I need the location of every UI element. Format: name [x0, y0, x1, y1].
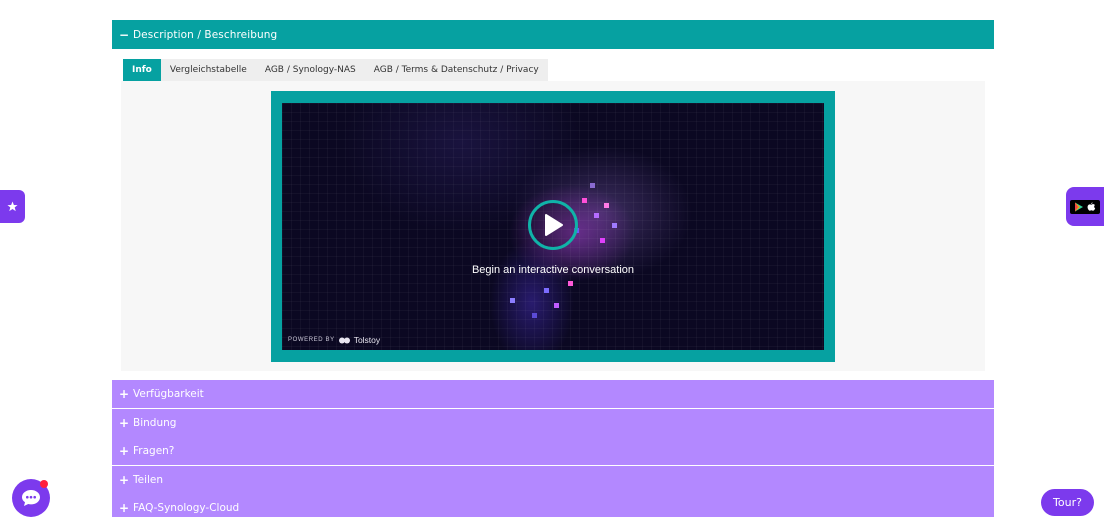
tolstoy-brand: Tolstoy — [353, 335, 381, 345]
accordion-title: Bindung — [133, 417, 177, 429]
tab-vergleichstabelle[interactable]: Vergleichstabelle — [160, 59, 256, 81]
star-icon — [7, 201, 18, 212]
tab-bar: Info Vergleichstabelle AGB / Synology-NA… — [123, 59, 548, 81]
expand-icon: + — [119, 473, 130, 487]
tab-agb-synology-nas[interactable]: AGB / Synology-NAS — [255, 59, 365, 81]
collapse-icon: − — [119, 27, 130, 42]
expand-icon: + — [119, 387, 130, 401]
expand-icon: + — [119, 416, 130, 430]
expand-icon: + — [119, 444, 130, 458]
tab-agb-terms-privacy[interactable]: AGB / Terms & Datenschutz / Privacy — [364, 59, 548, 81]
accordion-header-faq-synology-cloud[interactable]: + FAQ-Synology-Cloud — [112, 494, 994, 517]
tab-info[interactable]: Info — [123, 59, 161, 81]
app-download-side-tab[interactable] — [1066, 187, 1104, 226]
accordion-header-fragen[interactable]: + Fragen? — [112, 437, 994, 465]
powered-by-badge[interactable]: POWERED BY Tolstoy — [288, 335, 380, 345]
video-widget-frame: Begin an interactive conversation POWERE… — [271, 91, 835, 362]
play-button[interactable] — [528, 200, 578, 250]
rewards-side-tab[interactable] — [0, 190, 25, 223]
accordion-header-verfuegbarkeit[interactable]: + Verfügbarkeit — [112, 380, 994, 408]
video-caption: Begin an interactive conversation — [471, 264, 635, 276]
apple-icon — [1087, 201, 1096, 211]
chat-bubble-icon — [22, 490, 40, 506]
app-store-badge-icon — [1070, 199, 1100, 214]
accordion-header-teilen[interactable]: + Teilen — [112, 466, 994, 494]
accordion-title: Fragen? — [133, 445, 175, 457]
accordion-header-description[interactable]: − Description / Beschreibung — [112, 20, 994, 49]
accordion-title: Verfügbarkeit — [133, 388, 204, 400]
powered-by-label: POWERED BY — [288, 337, 335, 343]
expand-icon: + — [119, 501, 130, 515]
notification-dot — [40, 480, 48, 488]
accordion-title: Description / Beschreibung — [133, 28, 278, 41]
tour-button[interactable]: Tour? — [1041, 489, 1094, 516]
tolstoy-logo-icon — [338, 337, 350, 343]
accordion-title: FAQ-Synology-Cloud — [133, 502, 240, 514]
accordion-title: Teilen — [133, 474, 164, 486]
accordion-header-bindung[interactable]: + Bindung — [112, 409, 994, 437]
play-icon — [545, 214, 563, 236]
video-player[interactable]: Begin an interactive conversation POWERE… — [282, 103, 824, 350]
google-play-icon — [1074, 202, 1083, 211]
